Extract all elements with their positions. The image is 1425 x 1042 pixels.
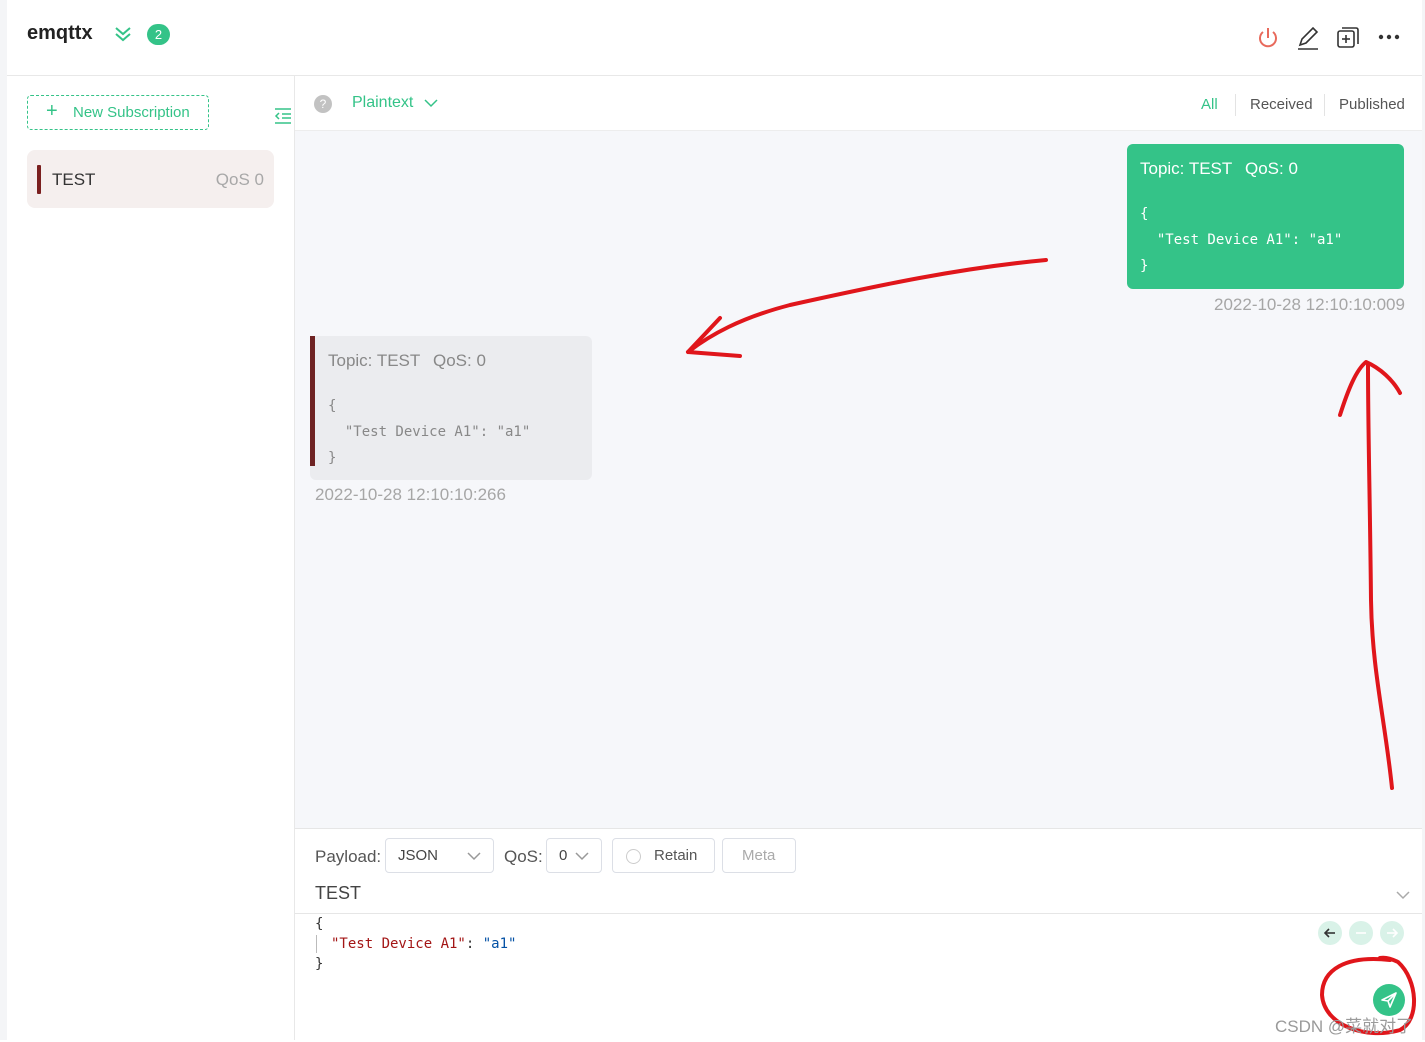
- tab-all[interactable]: All: [1201, 96, 1218, 113]
- subscription-color-bar: [310, 336, 315, 466]
- message-timestamp: 2022-10-28 12:10:10:009: [1214, 295, 1405, 314]
- qos-value: 0: [559, 847, 568, 864]
- mqttx-app: emqttx 2 + New Subscription TEST QoS 0 ?…: [0, 0, 1425, 1041]
- subscription-color-bar: [37, 165, 41, 194]
- code-line: }: [315, 956, 324, 972]
- history-prev-button[interactable]: [1318, 921, 1342, 945]
- minus-icon: [1356, 932, 1366, 934]
- payload-line: "Test Device A1": "a1": [1140, 232, 1343, 248]
- subscriptions-sidebar: + New Subscription TEST QoS 0: [7, 76, 295, 1040]
- indent-guide: [316, 935, 317, 953]
- subscription-item[interactable]: TEST QoS 0: [27, 150, 274, 208]
- message-qos: QoS: 0: [1245, 159, 1298, 178]
- payload-type-value: JSON: [398, 847, 439, 864]
- collapse-sidebar-icon[interactable]: [273, 106, 293, 126]
- retain-label: Retain: [654, 847, 698, 864]
- connection-name: emqttx: [27, 22, 93, 44]
- published-message[interactable]: Topic: TEST QoS: 0 { "Test Device A1": "…: [1127, 144, 1404, 289]
- tab-divider: [1235, 94, 1236, 116]
- connection-header: emqttx 2: [7, 0, 1422, 76]
- payload-code-editor[interactable]: { "Test Device A1": "a1" }: [295, 913, 1422, 1042]
- payload-label: Payload:: [315, 847, 382, 866]
- retain-toggle[interactable]: Retain: [612, 838, 715, 873]
- new-subscription-label: New Subscription: [73, 104, 190, 121]
- payload-line: }: [328, 450, 337, 466]
- tab-published[interactable]: Published: [1339, 96, 1405, 113]
- edit-icon[interactable]: [1295, 25, 1321, 51]
- payload-type-select[interactable]: JSON: [385, 838, 494, 873]
- more-icon[interactable]: [1376, 25, 1402, 51]
- arrow-right-icon: [1387, 928, 1399, 938]
- left-edge: [0, 0, 7, 1040]
- new-window-icon[interactable]: [1335, 25, 1361, 51]
- meta-label: Meta: [742, 847, 776, 864]
- chevron-down-icon: [467, 852, 481, 861]
- code-line: "Test Device A1": "a1": [331, 936, 516, 952]
- tab-received[interactable]: Received: [1250, 96, 1313, 113]
- arrow-left-icon: [1323, 928, 1335, 938]
- meta-button[interactable]: Meta: [722, 838, 796, 873]
- json-key: "Test Device A1": [331, 936, 466, 952]
- chevron-down-icon[interactable]: [1395, 889, 1411, 901]
- payload-line: {: [328, 398, 337, 414]
- message-panel: ? Plaintext All Received Published Topic…: [295, 76, 1422, 1041]
- message-topic: Topic: TEST: [1140, 159, 1233, 178]
- subscription-qos: QoS 0: [215, 170, 264, 189]
- chevron-down-icon: [575, 852, 589, 861]
- message-qos: QoS: 0: [433, 351, 486, 370]
- code-line: {: [315, 916, 324, 932]
- json-value: "a1": [482, 936, 517, 952]
- help-icon[interactable]: ?: [314, 95, 332, 113]
- tab-divider: [1324, 94, 1325, 116]
- watermark-text: CSDN @菜就对了: [1275, 1017, 1414, 1036]
- subscription-topic: TEST: [52, 170, 96, 189]
- message-filter-bar: ? Plaintext All Received Published: [295, 76, 1422, 131]
- message-count-badge: 2: [147, 24, 170, 45]
- qos-select[interactable]: 0: [546, 838, 602, 873]
- message-list: Topic: TEST QoS: 0 { "Test Device A1": "…: [295, 131, 1422, 828]
- message-timestamp: 2022-10-28 12:10:10:266: [315, 485, 506, 504]
- format-select[interactable]: Plaintext: [352, 94, 413, 112]
- chevron-down-icon[interactable]: [423, 97, 439, 109]
- new-subscription-button[interactable]: + New Subscription: [27, 95, 209, 130]
- plus-icon: +: [46, 100, 58, 122]
- publish-editor: Payload: JSON QoS: 0 Retain Meta TEST {…: [295, 828, 1422, 1041]
- payload-line: {: [1140, 206, 1149, 222]
- message-topic: Topic: TEST: [328, 351, 421, 370]
- history-clear-button[interactable]: [1349, 921, 1373, 945]
- payload-line: "Test Device A1": "a1": [328, 424, 531, 440]
- qos-label: QoS:: [504, 847, 543, 866]
- payload-line: }: [1140, 258, 1149, 274]
- topic-input[interactable]: TEST: [315, 883, 361, 904]
- history-next-button[interactable]: [1380, 921, 1404, 945]
- received-message[interactable]: Topic: TEST QoS: 0 { "Test Device A1": "…: [310, 336, 592, 480]
- retain-radio: [626, 849, 641, 864]
- power-icon[interactable]: [1255, 25, 1281, 51]
- double-chevron-down-icon[interactable]: [113, 24, 133, 44]
- json-separator: :: [465, 936, 483, 952]
